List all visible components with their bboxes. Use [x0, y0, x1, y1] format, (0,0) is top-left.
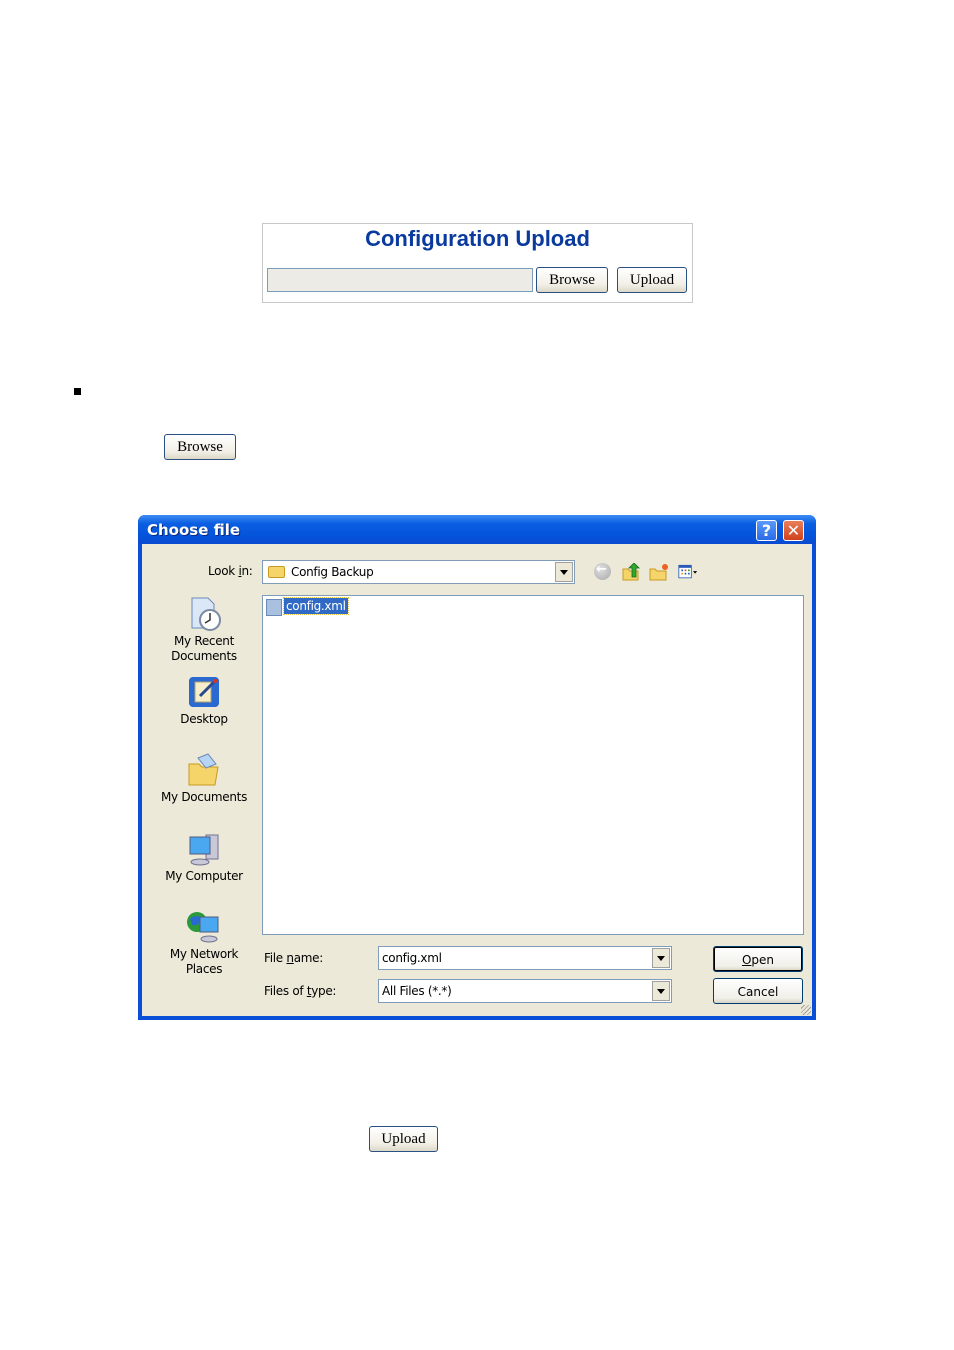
file-type-dropdown[interactable]: All Files (*.*) [378, 979, 672, 1003]
help-button[interactable]: ? [756, 520, 777, 541]
help-icon: ? [761, 521, 772, 540]
xml-file-icon [266, 599, 282, 616]
back-icon[interactable] [594, 562, 611, 580]
place-label: My Documents [160, 790, 248, 804]
dialog-title: Choose file [147, 521, 241, 539]
step-browse-button[interactable]: Browse [164, 434, 236, 460]
file-path-input[interactable] [267, 268, 533, 292]
close-button[interactable]: ✕ [783, 520, 804, 541]
places-bar: My RecentDocuments Desktop My Documents [148, 594, 260, 1004]
folder-icon [268, 566, 285, 578]
panel-title: Configuration Upload [365, 226, 590, 251]
place-label: My Recent Documents [171, 634, 237, 663]
place-my-network-places[interactable]: My Network Places [148, 909, 260, 977]
open-label-rest: pen [751, 953, 775, 967]
bullet-icon [74, 388, 81, 395]
file-name-value: config.xml [382, 951, 442, 965]
browse-button[interactable]: Browse [536, 267, 608, 293]
new-folder-icon[interactable] [649, 563, 669, 581]
place-my-documents[interactable]: My Documents [148, 752, 260, 805]
up-folder-icon[interactable] [621, 563, 641, 581]
chevron-down-icon[interactable] [652, 981, 670, 1001]
place-my-computer[interactable]: My Computer [148, 831, 260, 884]
close-icon: ✕ [786, 521, 801, 540]
file-type-label: Files of type: [264, 984, 337, 998]
look-in-label: Look in: [208, 564, 253, 578]
my-documents-icon [188, 753, 219, 786]
choose-file-dialog: Choose file ? ✕ Look in: Config Backup ←… [138, 515, 816, 1020]
configuration-upload-panel: Configuration Upload Browse Upload [262, 223, 693, 303]
my-computer-icon [189, 834, 219, 866]
dialog-titlebar[interactable]: Choose file ? ✕ [138, 515, 816, 544]
cancel-button[interactable]: Cancel [713, 978, 803, 1004]
chevron-down-icon[interactable] [555, 562, 573, 582]
place-desktop[interactable]: Desktop [148, 674, 260, 727]
dialog-body: Look in: Config Backup ← My Recent Docum… [142, 544, 812, 1016]
recent-documents-icon [191, 597, 221, 631]
open-button[interactable]: Open [713, 946, 803, 972]
resize-grip[interactable] [801, 1005, 811, 1015]
file-name-input[interactable]: config.xml [378, 946, 672, 970]
look-in-dropdown[interactable]: Config Backup [262, 560, 575, 584]
place-label: Desktop [180, 712, 228, 726]
look-in-value: Config Backup [291, 565, 374, 579]
desktop-icon [189, 677, 219, 707]
file-item-name: config.xml [283, 597, 349, 615]
open-label-mnemonic: O [741, 953, 752, 967]
place-my-recent-documents[interactable]: My Recent Documents [148, 596, 260, 664]
file-list[interactable]: config.xml [262, 595, 804, 935]
chevron-down-icon[interactable] [652, 948, 670, 968]
file-type-value: All Files (*.*) [382, 984, 452, 998]
place-label: My Computer [165, 869, 243, 883]
step-upload-button[interactable]: Upload [369, 1126, 438, 1152]
upload-button[interactable]: Upload [617, 267, 687, 293]
file-name-label: File name: [264, 951, 323, 965]
views-menu-icon[interactable] [678, 563, 698, 581]
place-label: My Network Places [169, 947, 239, 976]
network-places-icon [187, 912, 219, 943]
